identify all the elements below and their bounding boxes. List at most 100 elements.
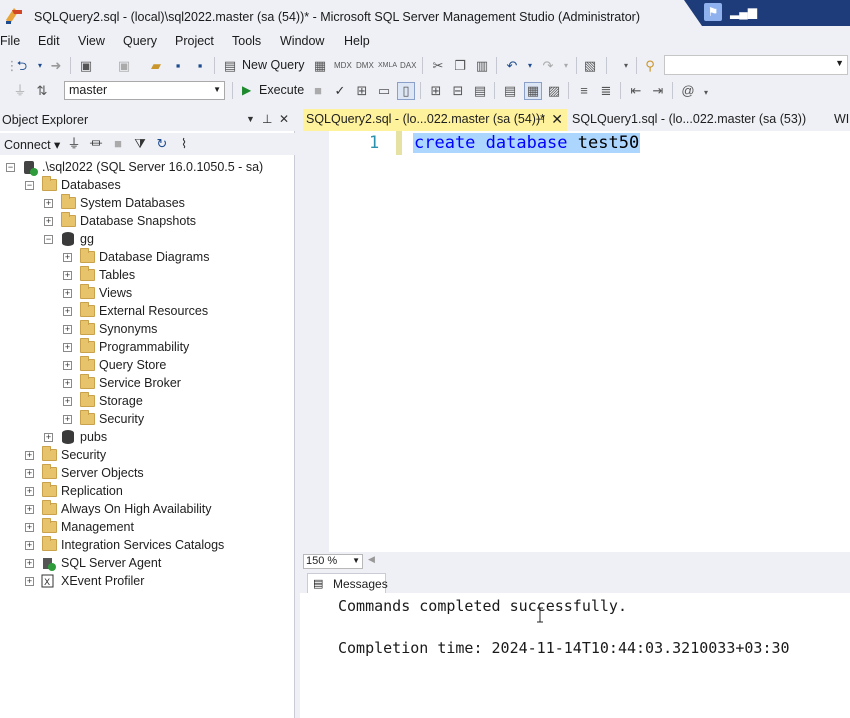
save-icon[interactable]: ▪ <box>170 58 186 74</box>
redo-dropdown-icon[interactable]: ▾ <box>558 58 574 74</box>
decrease-indent-icon[interactable]: ⇤ <box>628 83 644 99</box>
code-line-1[interactable]: create database test50 <box>413 133 641 153</box>
tab-sqlquery2[interactable]: SQLQuery2.sql - (lo...022.master (sa (54… <box>303 109 567 131</box>
disconnect-icon[interactable]: ⏛ <box>88 136 104 152</box>
tree-gg-child[interactable]: + Database Diagrams <box>0 248 290 268</box>
paste-icon[interactable]: ▥ <box>474 58 490 74</box>
tree-databases-node[interactable]: − Databases <box>0 176 290 196</box>
undo-icon[interactable]: ↶ <box>504 58 520 74</box>
query-editor[interactable]: 1 create database test50 <box>300 131 850 552</box>
expand-icon[interactable]: + <box>63 397 72 406</box>
pin-tab-icon[interactable]: ⊣ <box>535 113 545 126</box>
execute-button[interactable]: Execute <box>259 83 304 97</box>
expand-icon[interactable]: + <box>25 541 34 550</box>
expand-icon[interactable]: + <box>63 361 72 370</box>
menu-help[interactable]: Help <box>344 34 370 48</box>
copy-icon[interactable]: ❐ <box>452 58 468 74</box>
live-stats-icon[interactable]: ⊟ <box>450 83 466 99</box>
tree-xevent-profiler-node[interactable]: + X XEvent Profiler <box>0 574 290 592</box>
expand-icon[interactable]: + <box>25 523 34 532</box>
expand-icon[interactable]: + <box>25 451 34 460</box>
save-all-icon[interactable]: ▪ <box>192 58 208 74</box>
expand-icon[interactable]: + <box>25 505 34 514</box>
expand-icon[interactable]: + <box>25 559 34 568</box>
find-combo[interactable]: ▼ <box>664 55 848 75</box>
tree-gg-child[interactable]: + Storage <box>0 392 290 412</box>
expand-icon[interactable]: + <box>63 325 72 334</box>
tab-sqlquery1[interactable]: SQLQuery1.sql - (lo...022.master (sa (53… <box>572 112 806 126</box>
xmla-query-icon[interactable]: XMLA <box>378 58 397 74</box>
find-in-files-icon[interactable]: ⚲ <box>642 58 658 74</box>
connect-icon[interactable]: ⏚ <box>66 136 82 152</box>
tree-gg-child[interactable]: + Query Store <box>0 356 290 376</box>
toolbar-overflow-icon[interactable]: ▾ <box>698 85 714 101</box>
available-databases-select[interactable]: master ▼ <box>64 81 225 100</box>
solution-config-dropdown-icon[interactable]: ▾ <box>618 58 634 74</box>
expand-icon[interactable]: + <box>25 487 34 496</box>
intellisense-icon[interactable]: ▯ <box>397 82 415 100</box>
pin-icon[interactable]: ⊥ <box>262 112 272 126</box>
menu-query[interactable]: Query <box>123 34 157 48</box>
activity-icon[interactable]: ⌇ <box>176 136 192 152</box>
expand-icon[interactable]: + <box>63 415 72 424</box>
mdx-query-icon[interactable]: MDX <box>334 58 352 74</box>
comment-icon[interactable]: ≡ <box>576 83 592 99</box>
cut-icon[interactable]: ✂ <box>430 58 446 74</box>
tree-system-databases-node[interactable]: + System Databases <box>0 194 290 214</box>
connect-icon[interactable]: ⏚ <box>12 83 28 99</box>
expand-icon[interactable]: + <box>25 469 34 478</box>
filter-icon[interactable]: ⧩ <box>132 136 148 152</box>
menu-file[interactable]: File <box>0 34 20 48</box>
notification-icon[interactable]: ⚑ <box>704 3 722 21</box>
tree-gg-child[interactable]: + Service Broker <box>0 374 290 394</box>
refresh-icon[interactable]: ↻ <box>154 136 170 152</box>
connect-button[interactable]: Connect ▾ <box>4 137 60 152</box>
expand-icon[interactable]: + <box>44 199 53 208</box>
specify-values-icon[interactable]: @ <box>680 83 696 99</box>
collapse-icon[interactable]: − <box>25 181 34 190</box>
expand-icon[interactable]: + <box>44 433 53 442</box>
back-dropdown-icon[interactable]: ▾ <box>32 58 48 74</box>
expand-icon[interactable]: + <box>63 253 72 262</box>
menu-edit[interactable]: Edit <box>38 34 60 48</box>
menu-tools[interactable]: Tools <box>232 34 261 48</box>
close-panel-icon[interactable]: ✕ <box>279 112 289 126</box>
uncomment-icon[interactable]: ≣ <box>598 83 614 99</box>
add-item-icon[interactable]: ▣ <box>116 58 132 74</box>
results-to-grid-icon[interactable]: ▦ <box>524 82 542 100</box>
execute-icon[interactable]: ▶ <box>242 83 251 97</box>
results-to-text-icon[interactable]: ▤ <box>502 83 518 99</box>
expand-icon[interactable]: + <box>63 379 72 388</box>
redo-icon[interactable]: ↷ <box>540 58 556 74</box>
zoom-select[interactable]: 150 % ▼ <box>303 554 363 569</box>
tree-gg-child[interactable]: + Programmability <box>0 338 290 358</box>
collapse-icon[interactable]: − <box>44 235 53 244</box>
find-dropdown-icon[interactable]: ▼ <box>835 58 844 68</box>
client-stats-icon[interactable]: ▤ <box>472 83 488 99</box>
expand-icon[interactable]: + <box>63 307 72 316</box>
tree-server-child[interactable]: + Integration Services Catalogs <box>0 536 290 556</box>
dmx-query-icon[interactable]: DMX <box>356 58 374 74</box>
scroll-left-icon[interactable]: ◀ <box>368 554 375 565</box>
stop-icon[interactable]: ■ <box>110 136 126 152</box>
results-to-file-icon[interactable]: ▨ <box>546 83 562 99</box>
tree-db-gg-node[interactable]: − gg <box>0 232 290 250</box>
increase-indent-icon[interactable]: ⇥ <box>650 83 666 99</box>
new-query-button[interactable]: New Query <box>242 58 305 72</box>
menu-view[interactable]: View <box>78 34 105 48</box>
menu-window[interactable]: Window <box>280 34 324 48</box>
close-tab-icon[interactable]: ✕ <box>551 111 563 128</box>
undo-dropdown-icon[interactable]: ▾ <box>522 58 538 74</box>
tab-overflow[interactable]: WI <box>834 112 849 126</box>
tree-gg-child[interactable]: + External Resources <box>0 302 290 322</box>
tab-messages[interactable]: ▤ Messages <box>307 573 388 593</box>
forward-icon[interactable]: ➜ <box>48 58 64 74</box>
tree-gg-child[interactable]: + Views <box>0 284 290 304</box>
new-project-icon[interactable]: ▣ <box>78 58 94 74</box>
tree-gg-child[interactable]: + Security <box>0 410 290 430</box>
tree-gg-child[interactable]: + Synonyms <box>0 320 290 340</box>
parse-icon[interactable]: ✓ <box>332 83 348 99</box>
tree-sql-server-agent-node[interactable]: + SQL Server Agent <box>0 556 290 574</box>
expand-icon[interactable]: + <box>63 271 72 280</box>
collapse-icon[interactable]: − <box>6 163 15 172</box>
